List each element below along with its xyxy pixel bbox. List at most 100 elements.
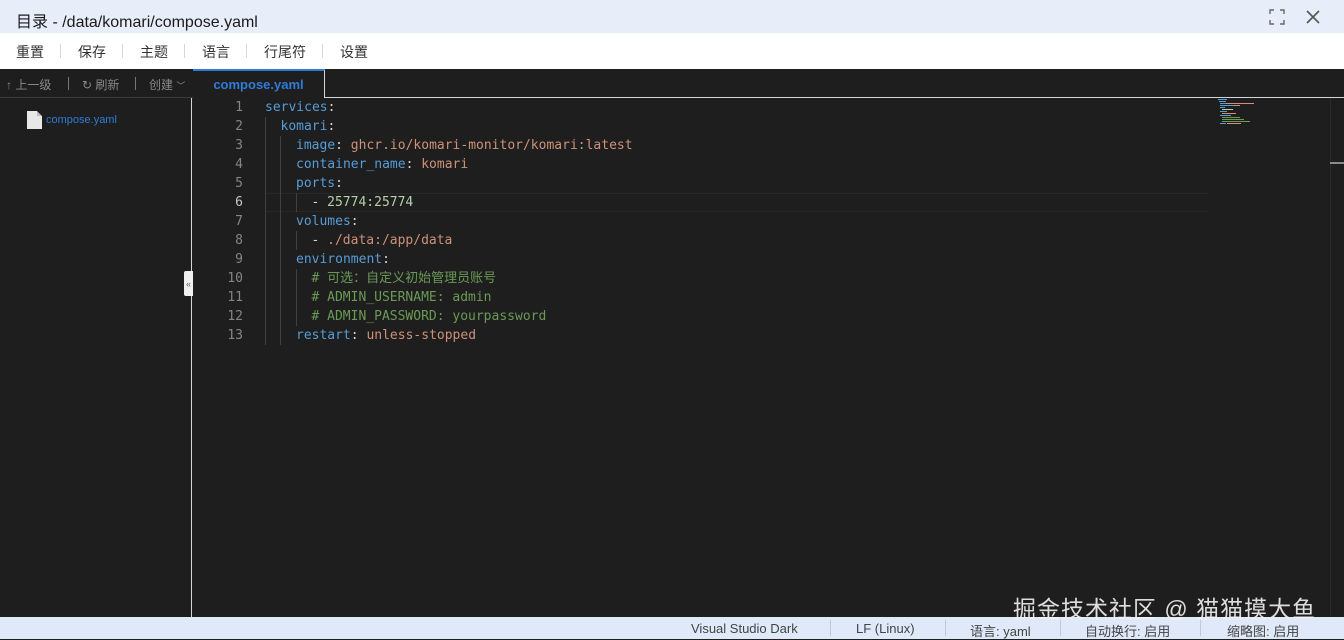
- code-value: unless-stopped: [366, 328, 477, 343]
- menu-divider: [122, 44, 123, 58]
- status-divider: [830, 620, 831, 636]
- code-editor[interactable]: 1 2 3 4 5 6 7 8 9 10 11 12 13 services: komari: image:…: [193, 98, 1344, 617]
- create-label: 创建: [149, 78, 174, 92]
- indent-guide: [296, 193, 297, 212]
- code-dash: -: [311, 233, 328, 248]
- toolbar-divider: [68, 77, 69, 90]
- line-number: 1: [235, 100, 243, 115]
- vertical-scrollbar[interactable]: [1330, 98, 1344, 617]
- line-number: 6: [235, 195, 243, 210]
- line-number: 7: [235, 214, 243, 229]
- tab-label: compose.yaml: [213, 77, 304, 92]
- indent-guide: [280, 136, 281, 345]
- up-label: 上一级: [15, 78, 52, 92]
- scrollbar-cursor-marker: [1330, 162, 1344, 164]
- file-tree: compose.yaml: [0, 98, 192, 617]
- maximize-icon[interactable]: [1266, 6, 1288, 28]
- code-key: restart: [296, 328, 351, 343]
- menu-theme[interactable]: 主题: [140, 42, 168, 62]
- code-line: image: ghcr.io/komari-monitor/komari:lat…: [296, 136, 633, 155]
- file-name: compose.yaml: [46, 114, 117, 126]
- code-punctuation: :: [335, 176, 343, 191]
- code-line: volumes:: [296, 212, 359, 231]
- indent-guide: [265, 117, 266, 345]
- refresh-button[interactable]: ↻ 刷新: [82, 76, 119, 93]
- chevron-down-icon: ﹀: [176, 81, 186, 91]
- close-icon[interactable]: [1302, 6, 1324, 28]
- code-comment: # ADMIN_PASSWORD: yourpassword: [311, 309, 547, 324]
- line-number: 11: [227, 290, 243, 305]
- code-value: ./data:/app/data: [327, 233, 453, 248]
- line-number: 2: [235, 119, 243, 134]
- toolbar-divider: [135, 77, 136, 90]
- code-line: # ADMIN_PASSWORD: yourpassword: [312, 307, 547, 326]
- watermark: 掘金技术社区 @ 猫猫摸大鱼: [1013, 596, 1317, 622]
- line-number: 8: [235, 233, 243, 248]
- line-number: 9: [235, 252, 243, 267]
- line-number: 5: [235, 176, 243, 191]
- arrow-up-icon: ↑: [6, 78, 12, 92]
- menu-divider: [322, 44, 323, 58]
- code-line: restart: unless-stopped: [296, 326, 476, 345]
- code-key: komari: [280, 119, 328, 134]
- line-number: 4: [235, 157, 243, 172]
- indent-guide: [296, 269, 297, 326]
- code-punctuation: :: [335, 138, 351, 153]
- status-theme[interactable]: Visual Studio Dark: [691, 621, 798, 636]
- code-line: ports:: [296, 174, 343, 193]
- line-number: 3: [235, 138, 243, 153]
- menu-save[interactable]: 保存: [78, 42, 106, 62]
- menu-reset[interactable]: 重置: [16, 42, 44, 62]
- code-key: services: [265, 100, 328, 115]
- code-punctuation: :: [350, 214, 359, 229]
- menu-language[interactable]: 语言: [202, 42, 230, 62]
- editor-tabs: compose.yaml: [193, 69, 1344, 98]
- code-line: environment:: [296, 250, 390, 269]
- file-toolbar: ↑ 上一级 ↻ 刷新 创建 ﹀: [0, 69, 193, 98]
- up-button[interactable]: ↑ 上一级: [6, 76, 51, 93]
- menu-divider: [60, 44, 61, 58]
- code-line: - ./data:/app/data: [312, 231, 453, 250]
- menu-divider: [184, 44, 185, 58]
- title-bar: 目录 - /data/komari/compose.yaml: [0, 0, 1344, 33]
- code-punctuation: :: [405, 157, 422, 172]
- code-punctuation: :: [350, 328, 367, 343]
- code-punctuation: :: [327, 100, 336, 115]
- status-divider: [945, 620, 946, 636]
- code-key: container_name: [296, 157, 406, 172]
- collapse-sidebar-icon[interactable]: «: [184, 271, 193, 296]
- code-line: # ADMIN_USERNAME: admin: [312, 288, 492, 307]
- status-eol[interactable]: LF (Linux): [856, 621, 915, 636]
- file-tree-item[interactable]: compose.yaml: [27, 111, 117, 129]
- line-number: 12: [227, 309, 243, 324]
- code-punctuation: :: [327, 119, 336, 134]
- code-key: environment: [296, 252, 383, 267]
- code-key: volumes: [296, 214, 351, 229]
- code-dash: -: [311, 195, 328, 210]
- code-value: ghcr.io/komari-monitor/komari:latest: [350, 138, 633, 153]
- code-line: komari:: [281, 117, 336, 136]
- code-line: # 可选：自定义初始管理员账号: [312, 269, 497, 288]
- indent-guide: [296, 231, 297, 250]
- minimap[interactable]: [1218, 98, 1318, 138]
- create-dropdown[interactable]: 创建 ﹀: [149, 76, 185, 93]
- code-line: container_name: komari: [296, 155, 468, 174]
- code-comment: # ADMIN_USERNAME: admin: [311, 290, 492, 305]
- tab-compose-yaml[interactable]: compose.yaml: [193, 69, 325, 98]
- code-comment: # 可选：自定义初始管理员账号: [311, 271, 497, 286]
- code-value: 25774:25774: [327, 195, 414, 210]
- window-title: 目录 - /data/komari/compose.yaml: [16, 14, 258, 31]
- menu-bar: 重置 保存 主题 语言 行尾符 设置: [0, 33, 1344, 69]
- line-number: 13: [227, 328, 243, 343]
- code-key: ports: [296, 176, 336, 191]
- code-line: - 25774:25774: [312, 193, 414, 212]
- refresh-label: 刷新: [95, 78, 120, 92]
- menu-divider: [246, 44, 247, 58]
- code-key: image: [296, 138, 336, 153]
- menu-settings[interactable]: 设置: [340, 42, 368, 62]
- menu-eol[interactable]: 行尾符: [264, 42, 306, 62]
- code-value: komari: [421, 157, 469, 172]
- file-icon: [27, 111, 42, 129]
- refresh-icon: ↻: [82, 78, 93, 92]
- code-line: services:: [265, 98, 335, 117]
